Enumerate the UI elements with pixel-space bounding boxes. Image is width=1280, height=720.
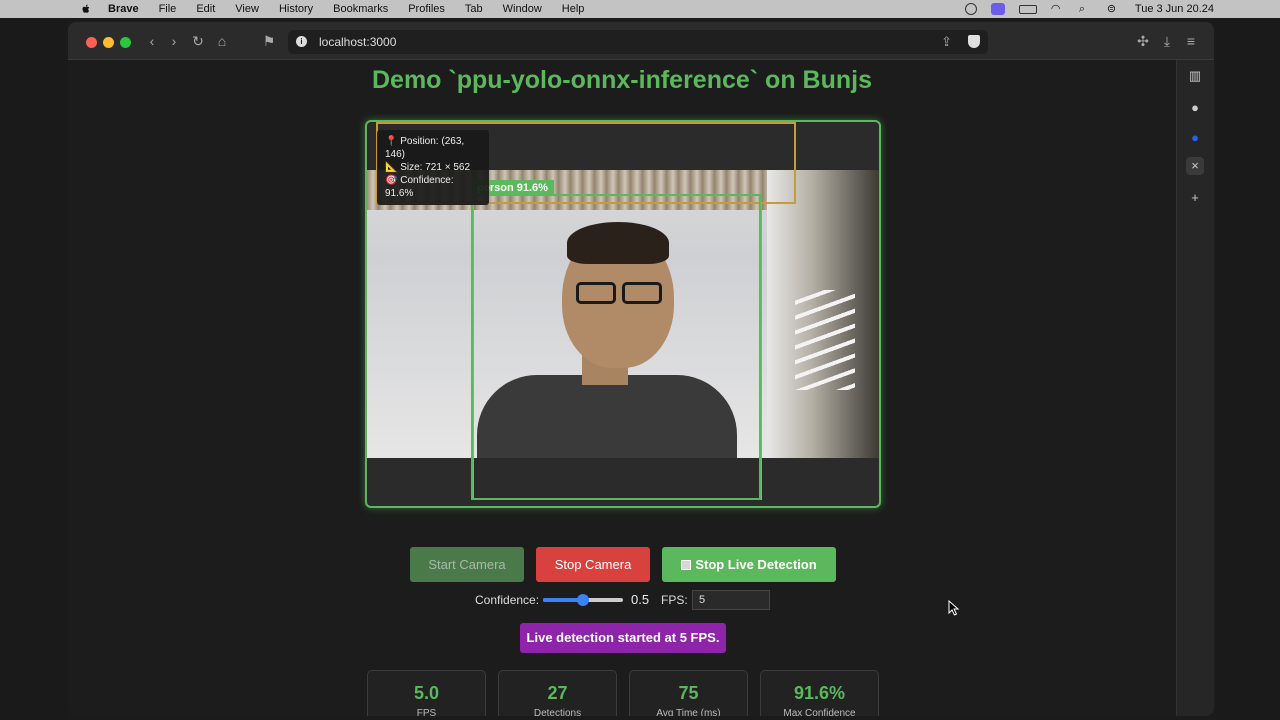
home-icon[interactable]: ⌂ bbox=[214, 33, 230, 49]
minimize-window-button[interactable] bbox=[103, 37, 114, 48]
detection-tooltip: 📍 Position: (263, 146) 📐 Size: 721 × 562… bbox=[377, 130, 489, 205]
stat-label: Max Confidence bbox=[783, 708, 856, 716]
stat-value: 27 bbox=[547, 683, 568, 703]
menu-edit[interactable]: Edit bbox=[196, 3, 215, 15]
status-message: Live detection started at 5 FPS. bbox=[520, 623, 726, 653]
stat-card-fps: 5.0 FPS bbox=[367, 670, 486, 716]
menu-clock[interactable]: Tue 3 Jun 20.24 bbox=[1135, 3, 1214, 15]
menu-help[interactable]: Help bbox=[562, 3, 585, 15]
ladder bbox=[795, 290, 855, 390]
menu-bookmarks[interactable]: Bookmarks bbox=[333, 3, 388, 15]
confidence-label: Confidence: bbox=[475, 593, 540, 607]
app-icon[interactable]: ● bbox=[1186, 129, 1204, 147]
menu-history[interactable]: History bbox=[279, 3, 313, 15]
stop-live-detection-button[interactable]: Stop Live Detection bbox=[662, 547, 836, 582]
close-window-button[interactable] bbox=[86, 37, 97, 48]
start-camera-button[interactable]: Start Camera bbox=[410, 547, 524, 582]
download-icon[interactable]: ⤓ bbox=[1159, 33, 1175, 49]
menu-app-name[interactable]: Brave bbox=[108, 3, 139, 15]
desktop-background bbox=[1216, 18, 1280, 720]
stat-label: Detections bbox=[533, 708, 582, 716]
stat-card-avg-time: 75 Avg Time (ms) bbox=[629, 670, 748, 716]
forward-icon[interactable]: › bbox=[166, 33, 182, 49]
fps-input[interactable]: 5 bbox=[692, 590, 770, 610]
stop-camera-button[interactable]: Stop Camera bbox=[536, 547, 650, 582]
maximize-window-button[interactable] bbox=[120, 37, 131, 48]
confidence-slider[interactable] bbox=[543, 594, 623, 606]
bookmark-icon[interactable]: ⚑ bbox=[261, 33, 277, 49]
brave-shields-icon[interactable] bbox=[968, 35, 980, 48]
github-icon[interactable]: ● bbox=[1186, 99, 1204, 117]
stat-card-max-confidence: 91.6% Max Confidence bbox=[760, 670, 879, 716]
browser-sidebar: ▥ ● ● × + bbox=[1176, 60, 1214, 716]
controls: Start Camera Stop Camera Stop Live Detec… bbox=[68, 547, 1176, 583]
stop-icon bbox=[681, 560, 692, 570]
battery-icon[interactable] bbox=[1018, 4, 1037, 14]
url-text[interactable]: localhost:3000 bbox=[319, 35, 396, 49]
control-center-icon[interactable] bbox=[964, 3, 977, 15]
screen-mirroring-icon[interactable] bbox=[990, 3, 1005, 15]
page-title: Demo `ppu-yolo-onnx-inference` on Bunjs bbox=[372, 66, 872, 94]
confidence-value: 0.5 bbox=[631, 592, 650, 607]
address-bar[interactable]: i localhost:3000 ⇪ bbox=[288, 30, 988, 54]
fps-label: FPS: bbox=[661, 593, 688, 607]
mouse-cursor-icon bbox=[948, 600, 960, 616]
desktop-background bbox=[0, 18, 66, 720]
stop-live-detection-label: Stop Live Detection bbox=[695, 557, 817, 572]
sidebar-toggle-icon[interactable]: ▥ bbox=[1186, 67, 1204, 85]
stat-value: 75 bbox=[678, 683, 699, 703]
stat-label: FPS bbox=[416, 708, 437, 716]
stat-card-detections: 27 Detections bbox=[498, 670, 617, 716]
menu-view[interactable]: View bbox=[235, 3, 259, 15]
page-content: Demo `ppu-yolo-onnx-inference` on Bunjs … bbox=[68, 60, 1176, 716]
search-icon[interactable]: ⌕ bbox=[1079, 3, 1093, 15]
settings-row: Confidence: 0.5 FPS: 5 bbox=[68, 590, 1176, 610]
browser-toolbar: ‹ › ↻ ⌂ ⚑ i localhost:3000 ⇪ ✣ ⤓ ≡ bbox=[68, 22, 1214, 60]
video-container: person 91.6% 📍 Position: (263, 146) 📐 Si… bbox=[365, 120, 881, 508]
toggle-icon[interactable]: ⊜ bbox=[1107, 3, 1121, 15]
back-icon[interactable]: ‹ bbox=[144, 33, 160, 49]
reload-icon[interactable]: ↻ bbox=[190, 33, 206, 49]
close-icon[interactable]: × bbox=[1186, 157, 1204, 175]
stat-value: 91.6% bbox=[793, 683, 846, 703]
menu-file[interactable]: File bbox=[159, 3, 177, 15]
browser-window: ‹ › ↻ ⌂ ⚑ i localhost:3000 ⇪ ✣ ⤓ ≡ ▥ ● ●… bbox=[68, 22, 1214, 716]
wifi-icon[interactable]: ◠ bbox=[1051, 3, 1065, 15]
stat-label: Avg Time (ms) bbox=[656, 708, 721, 716]
menu-bar: Brave File Edit View History Bookmarks P… bbox=[0, 0, 1280, 18]
tooltip-size: 📐 Size: 721 × 562 bbox=[385, 162, 471, 173]
slider-knob[interactable] bbox=[577, 594, 589, 606]
menu-window[interactable]: Window bbox=[503, 3, 542, 15]
tooltip-position: 📍 Position: (263, 146) bbox=[385, 136, 465, 160]
extensions-icon[interactable]: ✣ bbox=[1135, 33, 1151, 49]
menu-tab[interactable]: Tab bbox=[465, 3, 483, 15]
menu-profiles[interactable]: Profiles bbox=[408, 3, 445, 15]
detection-box-person bbox=[471, 194, 761, 500]
apple-icon[interactable] bbox=[80, 3, 92, 15]
add-icon[interactable]: + bbox=[1186, 189, 1204, 207]
share-icon[interactable]: ⇪ bbox=[941, 34, 952, 50]
stats-row: 5.0 FPS 27 Detections 75 Avg Time (ms) 9… bbox=[68, 670, 1176, 716]
tooltip-confidence: 🎯 Confidence: 91.6% bbox=[385, 175, 454, 199]
stat-value: 5.0 bbox=[413, 683, 440, 703]
menu-icon[interactable]: ≡ bbox=[1183, 33, 1199, 49]
site-info-icon[interactable]: i bbox=[296, 36, 307, 47]
